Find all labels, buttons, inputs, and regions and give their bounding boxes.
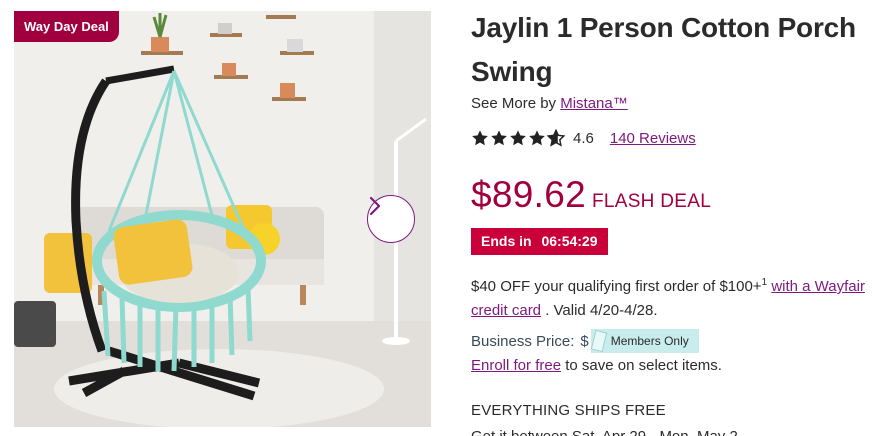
business-price-label: Business Price: xyxy=(471,332,575,350)
product-title: Jaylin 1 Person Cotton Porch Swing xyxy=(471,12,856,87)
credit-card-offer: $40 OFF your qualifying first order of $… xyxy=(471,271,881,323)
business-price-currency: $ xyxy=(580,332,589,350)
price-row: $89.62 FLASH DEAL xyxy=(471,174,711,216)
chevron-right-icon xyxy=(369,196,381,216)
peel-corner-icon xyxy=(590,329,607,353)
rating-row: 4.6 140 Reviews xyxy=(471,128,696,148)
product-image-gallery[interactable]: Way Day Deal xyxy=(14,11,431,427)
members-only-label: Members Only xyxy=(610,334,689,348)
offer-validity: . Valid 4/20-4/28. xyxy=(545,302,658,319)
half-star-icon xyxy=(547,129,565,147)
countdown-time: 06:54:29 xyxy=(541,233,598,249)
enroll-row: Enroll for free to save on select items. xyxy=(471,354,722,378)
star-icon xyxy=(529,130,545,146)
rating-value: 4.6 xyxy=(573,129,594,147)
offer-footnote: 1 xyxy=(761,277,768,288)
way-day-deal-badge: Way Day Deal xyxy=(14,11,119,42)
sale-price: $89.62 xyxy=(471,174,586,215)
deal-countdown: Ends in 06:54:29 xyxy=(471,228,608,255)
star-icon xyxy=(472,130,488,146)
ships-free-label: EVERYTHING SHIPS FREE xyxy=(471,402,666,419)
countdown-label: Ends in xyxy=(481,233,532,249)
members-only-tag[interactable]: Members Only xyxy=(590,329,699,353)
delivery-estimate: Get it between Sat. Apr 29 - Mon. May 2 xyxy=(471,428,738,436)
star-rating[interactable] xyxy=(471,129,565,147)
star-icon xyxy=(491,130,507,146)
next-image-button[interactable] xyxy=(367,195,415,243)
enroll-text: to save on select items. xyxy=(565,357,722,374)
see-more-by: See More by Mistana™ xyxy=(471,95,628,112)
flash-deal-label: FLASH DEAL xyxy=(591,191,712,212)
enroll-link[interactable]: Enroll for free xyxy=(471,357,561,374)
business-price-row: Business Price: $ Members Only xyxy=(471,328,699,354)
star-icon xyxy=(510,130,526,146)
see-more-label: See More by xyxy=(471,95,557,112)
offer-text: $40 OFF your qualifying first order of $… xyxy=(471,278,762,295)
brand-link[interactable]: Mistana™ xyxy=(560,95,628,112)
reviews-link[interactable]: 140 Reviews xyxy=(610,130,696,147)
